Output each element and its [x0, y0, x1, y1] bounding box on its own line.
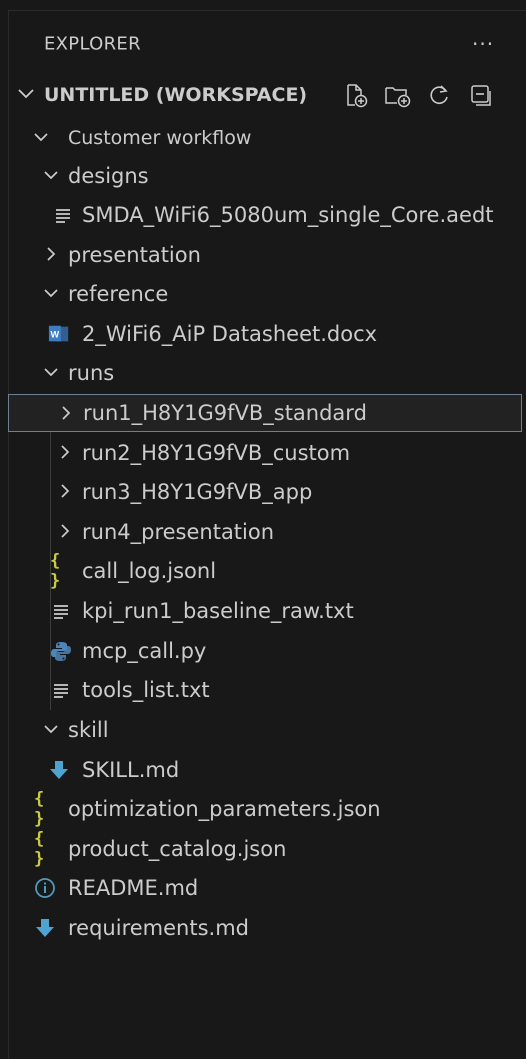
tree-file-row[interactable]: { } product_catalog.json	[8, 829, 522, 869]
tree-item-label: mcp_call.py	[82, 639, 207, 663]
chevron-right-icon[interactable]	[54, 480, 76, 502]
tree-file-row[interactable]: tools_list.txt	[8, 671, 522, 709]
tree-item-label: run2_H8Y1G9fVB_custom	[82, 441, 351, 465]
explorer-title: EXPLORER	[44, 33, 141, 55]
tree-item-label: skill	[68, 718, 109, 742]
tree-item-label: call_log.jsonl	[82, 559, 217, 583]
tree-folder-row[interactable]: run3_H8Y1G9fVB_app	[8, 473, 522, 511]
tree-file-row[interactable]: { } optimization_parameters.json	[8, 789, 522, 829]
tree-folder-row[interactable]: run1_H8Y1G9fVB_standard	[8, 394, 522, 432]
new-file-icon[interactable]	[340, 80, 370, 110]
json-file-icon: { }	[34, 789, 45, 829]
workspace-actions	[340, 80, 496, 110]
info-file-icon	[34, 877, 56, 899]
tree-file-row[interactable]: requirements.md	[8, 909, 522, 947]
chevron-down-icon[interactable]	[14, 82, 38, 106]
chevron-right-icon[interactable]	[54, 441, 76, 463]
tree-file-row[interactable]: kpi_run1_baseline_raw.txt	[8, 592, 522, 630]
refresh-icon[interactable]	[424, 80, 454, 110]
chevron-down-icon[interactable]	[40, 718, 62, 740]
chevron-right-icon[interactable]	[55, 402, 77, 424]
tree-item-label: tools_list.txt	[82, 678, 210, 702]
chevron-down-icon[interactable]	[30, 126, 52, 148]
json-file-icon: { }	[34, 829, 45, 869]
text-file-icon	[52, 204, 74, 226]
more-actions-icon[interactable]: ···	[472, 32, 494, 56]
tree-folder-row[interactable]: presentation	[8, 236, 522, 274]
tree-item-label: designs	[68, 164, 149, 188]
tree-item-label: SMDA_WiFi6_5080um_single_Core.aedt	[82, 203, 494, 227]
tree-folder-row[interactable]: reference	[8, 275, 522, 313]
chevron-down-icon[interactable]	[40, 164, 62, 186]
new-folder-icon[interactable]	[382, 80, 412, 110]
chevron-right-icon[interactable]	[54, 520, 76, 542]
tree-folder-row[interactable]: skill	[8, 711, 522, 749]
tree-folder-row[interactable]: runs	[8, 354, 522, 392]
text-file-icon	[50, 679, 72, 701]
chevron-down-icon[interactable]	[40, 282, 62, 304]
tree-file-row[interactable]: SMDA_WiFi6_5080um_single_Core.aedt	[8, 196, 522, 234]
word-file-icon: W	[48, 323, 70, 345]
tree-item-label: requirements.md	[68, 916, 249, 940]
tree-folder-row[interactable]: run2_H8Y1G9fVB_custom	[8, 434, 522, 472]
chevron-down-icon[interactable]	[40, 361, 62, 383]
tree-folder-row[interactable]: designs	[8, 157, 522, 195]
tree-file-row[interactable]: { } call_log.jsonl	[8, 551, 522, 591]
tree-item-label: README.md	[68, 876, 199, 900]
svg-text:W: W	[51, 330, 60, 340]
python-file-icon	[50, 640, 72, 662]
tree-item-label: presentation	[68, 243, 201, 267]
tree-item-label: reference	[68, 282, 169, 306]
collapse-all-icon[interactable]	[466, 80, 496, 110]
tree-item-label: run1_H8Y1G9fVB_standard	[83, 401, 367, 425]
tree-item-label: run4_presentation	[82, 520, 275, 544]
tree-file-row[interactable]: W 2_WiFi6_AiP Datasheet.docx	[8, 315, 522, 353]
markdown-download-icon	[34, 917, 56, 939]
tree-file-row[interactable]: README.md	[8, 869, 522, 907]
tree-item-label: optimization_parameters.json	[68, 797, 381, 821]
tree-item-label: product_catalog.json	[68, 837, 287, 861]
tree-item-label: SKILL.md	[82, 758, 180, 782]
text-file-icon	[50, 600, 72, 622]
chevron-right-icon[interactable]	[40, 243, 62, 265]
tree-item-label: Customer workflow	[68, 127, 252, 149]
json-file-icon: { }	[50, 551, 61, 591]
markdown-download-icon	[48, 759, 70, 781]
tree-file-row[interactable]: SKILL.md	[8, 751, 522, 789]
tree-item-label: run3_H8Y1G9fVB_app	[82, 480, 313, 504]
tree-folder-row[interactable]: Customer workflow	[8, 119, 522, 157]
tree-file-row[interactable]: mcp_call.py	[8, 632, 522, 670]
tree-folder-row[interactable]: run4_presentation	[8, 513, 522, 551]
tree-item-label: 2_WiFi6_AiP Datasheet.docx	[82, 322, 378, 346]
tree-item-label: kpi_run1_baseline_raw.txt	[82, 599, 354, 623]
tree-item-label: runs	[68, 361, 115, 385]
workspace-title[interactable]: UNTITLED (WORKSPACE)	[44, 84, 307, 106]
